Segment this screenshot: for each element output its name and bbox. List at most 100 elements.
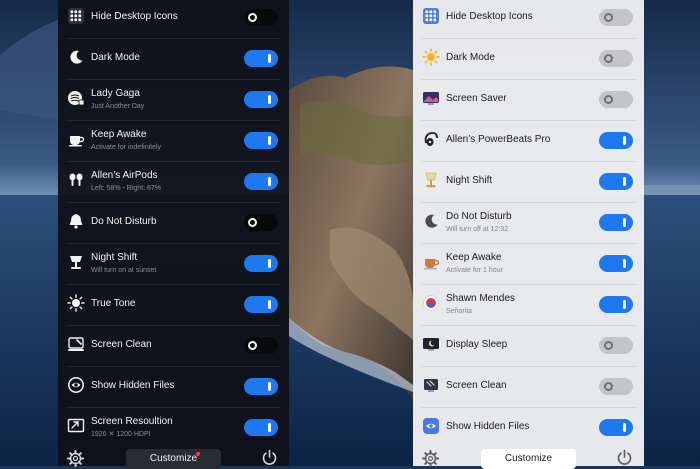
toggle-knob bbox=[623, 177, 626, 186]
row-text: Allen’s AirPods Left: 58% - Right: 67% bbox=[91, 170, 231, 194]
toggle-switch[interactable] bbox=[244, 337, 278, 354]
toggle-switch[interactable] bbox=[599, 337, 633, 354]
row-title: Allen’s AirPods bbox=[91, 170, 158, 181]
toggle-knob bbox=[268, 177, 271, 186]
toggle-knob bbox=[268, 423, 271, 432]
display-resize-icon bbox=[67, 417, 85, 435]
toggle-knob bbox=[623, 423, 626, 432]
toggle-row-shawn-mendes[interactable]: Shawn Mendes Señorita bbox=[413, 284, 644, 325]
toggle-row-dark-mode[interactable]: Dark Mode bbox=[413, 38, 644, 79]
toggle-knob bbox=[248, 341, 257, 350]
display-sleep-icon bbox=[422, 335, 440, 353]
gear-icon[interactable] bbox=[67, 450, 84, 467]
toggle-row-hide-desktop-icons[interactable]: Hide Desktop Icons bbox=[58, 0, 289, 38]
toggle-switch[interactable] bbox=[244, 419, 278, 436]
row-title: Show Hidden Files bbox=[91, 380, 175, 391]
screen-clean-icon bbox=[422, 376, 440, 394]
toggle-switch[interactable] bbox=[244, 50, 278, 67]
toggle-row-keep-awake[interactable]: Keep Awake Activate for indefinitely bbox=[58, 120, 289, 161]
power-icon[interactable] bbox=[261, 449, 278, 466]
row-subtitle: Will turn off at 12:32 bbox=[446, 226, 509, 233]
sun-icon bbox=[422, 48, 440, 66]
row-text: Do Not Disturb bbox=[91, 216, 231, 228]
row-subtitle: Will turn on at sunset bbox=[91, 267, 157, 274]
row-title: Screen Saver bbox=[446, 93, 507, 104]
toggle-knob bbox=[604, 95, 613, 104]
toggle-switch[interactable] bbox=[599, 91, 633, 108]
toggle-row-true-tone[interactable]: True Tone bbox=[58, 284, 289, 325]
music-player-icon bbox=[422, 294, 440, 312]
gear-icon[interactable] bbox=[422, 450, 439, 467]
toggle-row-keep-awake[interactable]: Keep Awake Activate for 1 hour bbox=[413, 243, 644, 284]
customize-button[interactable]: Customize bbox=[481, 449, 576, 469]
row-title: Dark Mode bbox=[446, 52, 495, 63]
power-icon[interactable] bbox=[616, 449, 633, 466]
moon-icon bbox=[422, 212, 440, 230]
toggle-row-allens-airpods[interactable]: Allen’s AirPods Left: 58% - Right: 67% bbox=[58, 161, 289, 202]
toggle-switch[interactable] bbox=[599, 132, 633, 149]
row-subtitle: Left: 58% - Right: 67% bbox=[91, 185, 162, 192]
row-title: Allen’s PowerBeats Pro bbox=[446, 134, 551, 145]
toggle-switch[interactable] bbox=[599, 255, 633, 272]
toggle-switch[interactable] bbox=[599, 419, 633, 436]
toggle-switch[interactable] bbox=[599, 9, 633, 26]
moon-icon bbox=[67, 48, 85, 66]
toggle-row-screen-saver[interactable]: Screen Saver bbox=[413, 79, 644, 120]
toggle-switch[interactable] bbox=[244, 378, 278, 395]
toggle-switch[interactable] bbox=[244, 91, 278, 108]
row-title: Keep Awake bbox=[446, 252, 502, 263]
toggle-row-night-shift[interactable]: Night Shift bbox=[413, 161, 644, 202]
toggle-switch[interactable] bbox=[244, 173, 278, 190]
row-text: Dark Mode bbox=[91, 52, 231, 64]
toggle-switch[interactable] bbox=[599, 296, 633, 313]
row-text: Screen Clean bbox=[446, 380, 586, 392]
toggle-knob bbox=[604, 382, 613, 391]
toggle-row-dark-mode[interactable]: Dark Mode bbox=[58, 38, 289, 79]
toggle-row-screen-clean[interactable]: Screen Clean bbox=[58, 325, 289, 366]
toggle-switch[interactable] bbox=[244, 132, 278, 149]
row-text: Do Not Disturb Will turn off at 12:32 bbox=[446, 211, 586, 235]
screen-clean-icon bbox=[67, 335, 85, 353]
row-subtitle: Activate for indefinitely bbox=[91, 144, 162, 151]
row-subtitle: Activate for 1 hour bbox=[446, 267, 503, 274]
row-text: Display Sleep bbox=[446, 339, 586, 351]
toggle-row-allens-powerbeats-pro[interactable]: Allen’s PowerBeats Pro bbox=[413, 120, 644, 161]
customize-button[interactable]: Customize bbox=[126, 449, 221, 469]
row-subtitle: Just Another Day bbox=[91, 103, 145, 110]
row-title: Show Hidden Files bbox=[446, 421, 530, 432]
row-title: Hide Desktop Icons bbox=[91, 11, 178, 22]
toggle-row-display-sleep[interactable]: Display Sleep bbox=[413, 325, 644, 366]
toggle-knob bbox=[623, 300, 626, 309]
toggle-switch[interactable] bbox=[244, 296, 278, 313]
toggle-row-show-hidden-files[interactable]: Show Hidden Files bbox=[58, 366, 289, 407]
desktop-grid-icon bbox=[67, 7, 85, 25]
toggle-switch[interactable] bbox=[599, 214, 633, 231]
row-title: Screen Clean bbox=[446, 380, 507, 391]
toggle-switch[interactable] bbox=[599, 50, 633, 67]
toggle-row-night-shift[interactable]: Night Shift Will turn on at sunset bbox=[58, 243, 289, 284]
row-text: Night Shift Will turn on at sunset bbox=[91, 252, 231, 276]
toggle-knob bbox=[268, 54, 271, 63]
toggle-knob bbox=[604, 13, 613, 22]
toggle-switch[interactable] bbox=[244, 9, 278, 26]
toggle-switch[interactable] bbox=[599, 173, 633, 190]
toggle-switch[interactable] bbox=[244, 214, 278, 231]
row-text: Allen’s PowerBeats Pro bbox=[446, 134, 586, 146]
row-title: Hide Desktop Icons bbox=[446, 11, 533, 22]
toggle-knob bbox=[248, 218, 257, 227]
toggle-row-do-not-disturb[interactable]: Do Not Disturb bbox=[58, 202, 289, 243]
toggle-row-do-not-disturb[interactable]: Do Not Disturb Will turn off at 12:32 bbox=[413, 202, 644, 243]
bell-icon bbox=[67, 212, 85, 230]
toggle-switch[interactable] bbox=[599, 378, 633, 395]
row-text: Night Shift bbox=[446, 175, 586, 187]
notification-dot bbox=[196, 452, 200, 456]
toggle-row-hide-desktop-icons[interactable]: Hide Desktop Icons bbox=[413, 0, 644, 38]
toggle-knob bbox=[248, 13, 257, 22]
toggle-row-lady-gaga[interactable]: Lady Gaga Just Another Day bbox=[58, 79, 289, 120]
row-text: Lady Gaga Just Another Day bbox=[91, 88, 231, 112]
toggle-switch[interactable] bbox=[244, 255, 278, 272]
row-title: Screen Clean bbox=[91, 339, 152, 350]
row-text: Screen Clean bbox=[91, 339, 231, 351]
toggle-knob bbox=[623, 218, 626, 227]
toggle-row-screen-clean[interactable]: Screen Clean bbox=[413, 366, 644, 407]
